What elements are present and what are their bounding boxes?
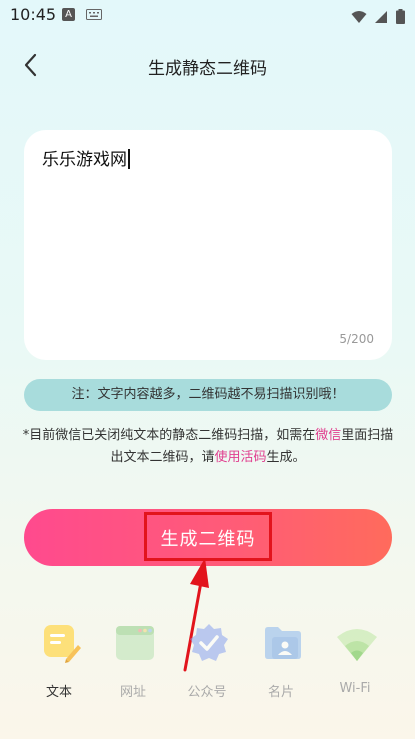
text-input-value: 乐乐游戏网 [42, 150, 127, 170]
info-text-part1: *目前微信已关闭纯文本的静态二维码扫描，如需在 [22, 428, 316, 443]
tab-label-wifi: Wi-Fi [339, 681, 371, 696]
info-text-part3: 生成。 [266, 450, 306, 465]
verified-badge-icon [190, 624, 228, 661]
tab-label-url: 网址 [119, 685, 146, 700]
wifi-signal-icon [351, 10, 367, 23]
cell-signal-icon [374, 10, 387, 23]
tab-label-official-account: 公众号 [187, 685, 227, 700]
text-input[interactable]: 乐乐游戏网 [42, 145, 130, 170]
contact-card-icon [265, 627, 301, 659]
keyboard-icon [86, 9, 102, 20]
notification-a-icon: A [62, 8, 75, 21]
wechat-link[interactable]: 微信 [315, 428, 341, 443]
use-live-code-link[interactable]: 使用活码 [214, 450, 266, 465]
tab-text[interactable]: 文本 [24, 620, 94, 700]
wifi-icon [337, 629, 377, 661]
tab-official-account[interactable]: 公众号 [172, 620, 242, 700]
tab-label-business-card: 名片 [267, 685, 294, 700]
text-note-icon [44, 625, 81, 663]
tab-url[interactable]: 网址 [98, 620, 168, 700]
text-caret [128, 149, 130, 169]
text-input-card[interactable]: 乐乐游戏网 5/200 [24, 130, 392, 360]
warning-note: 注：文字内容越多，二维码越不易扫描识别哦！ [24, 379, 392, 411]
battery-icon [396, 9, 405, 24]
page-title: 生成静态二维码 [148, 59, 267, 79]
char-counter: 5/200 [339, 332, 374, 346]
status-bar: 10:45 A [0, 0, 415, 30]
info-text: *目前微信已关闭纯文本的静态二维码扫描，如需在微信里面扫描出文本二维码，请使用活… [20, 425, 396, 469]
status-time: 10:45 [10, 5, 57, 24]
header: 生成静态二维码 [0, 40, 415, 90]
tab-bar: 文本 网址 公众号 名片 Wi-Fi [0, 620, 415, 710]
tab-label-text: 文本 [45, 685, 72, 700]
tab-wifi[interactable]: Wi-Fi [320, 620, 390, 700]
browser-window-icon [116, 626, 154, 660]
tab-business-card[interactable]: 名片 [246, 620, 316, 700]
